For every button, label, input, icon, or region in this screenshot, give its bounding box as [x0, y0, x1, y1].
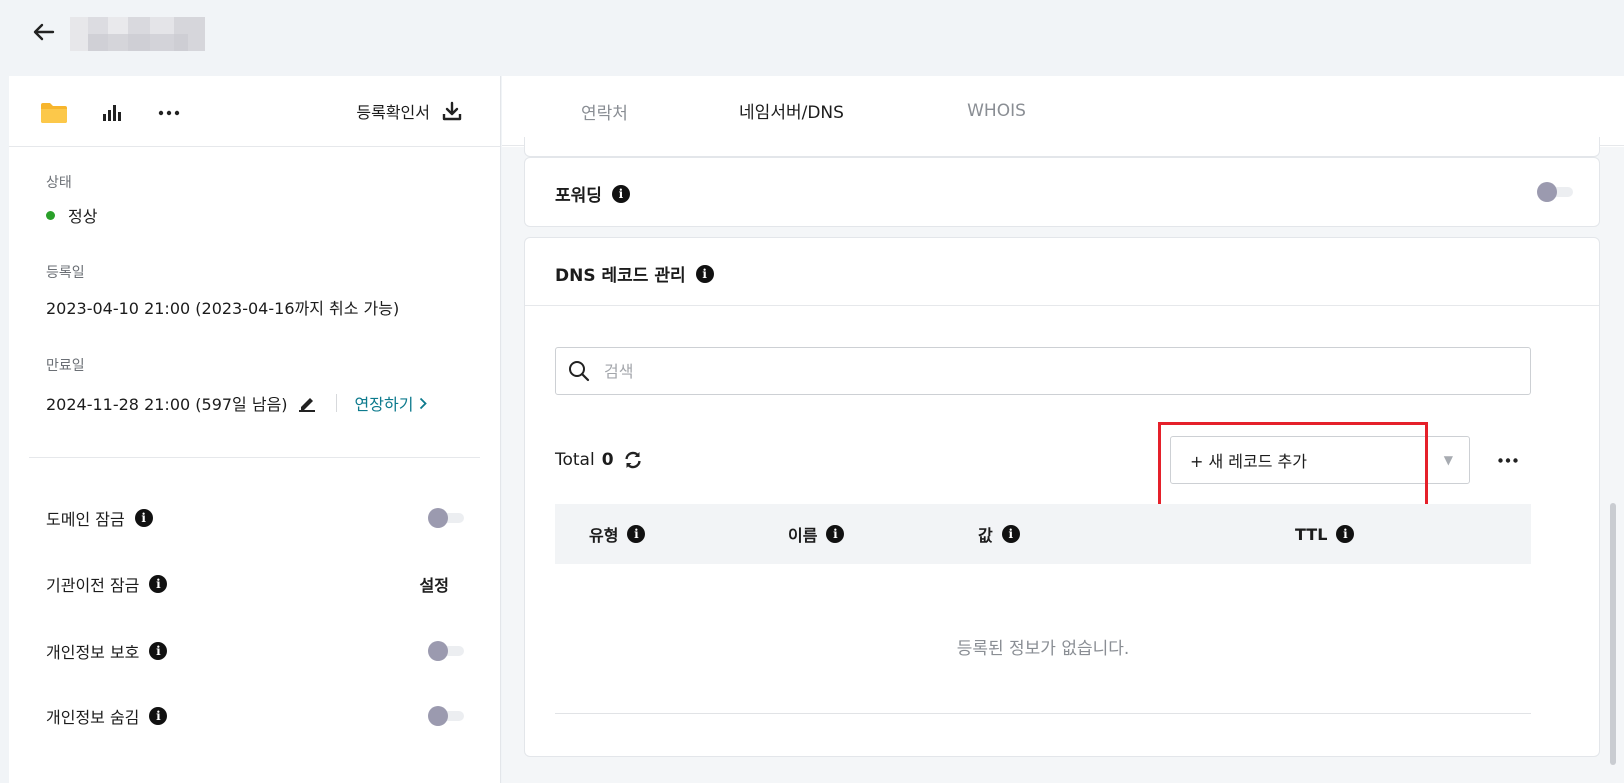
dns-search-input[interactable]: [604, 361, 1504, 381]
info-icon[interactable]: i: [149, 707, 168, 725]
highlight-box: [1158, 422, 1428, 508]
stats-button[interactable]: [97, 98, 127, 128]
certificate-download-button[interactable]: 등록확인서: [356, 96, 462, 126]
privacy-protection-label: 개인정보 보호: [46, 643, 140, 662]
privacy-hide-row: 개인정보 숨김 i: [46, 699, 464, 733]
section-divider: [29, 457, 480, 458]
privacy-protection-row: 개인정보 보호 i: [46, 634, 464, 668]
edit-expiry-button[interactable]: [298, 394, 316, 412]
domain-name-redacted: [70, 17, 205, 51]
domain-detail-panel: 연락처 네임서버/DNS WHOIS 포워딩 i DNS 레코드 관리 i To: [502, 76, 1624, 783]
folder-icon: [41, 103, 67, 123]
expiry-row: 2024-11-28 21:00 (597일 남음) 연장하기: [46, 391, 428, 415]
info-icon[interactable]: i: [134, 509, 153, 527]
status-text: 정상: [68, 207, 98, 226]
dns-title-row: DNS 레코드 관리 i: [555, 261, 714, 286]
tab-contacts[interactable]: 연락처: [502, 76, 707, 146]
dns-title: DNS 레코드 관리: [555, 266, 686, 286]
more-horizontal-icon: [1498, 457, 1518, 463]
tab-nameserver-dns[interactable]: 네임서버/DNS: [689, 76, 894, 146]
transfer-lock-label: 기관이전 잠금: [46, 576, 140, 595]
refresh-button[interactable]: [623, 451, 643, 469]
back-button[interactable]: [30, 18, 58, 46]
folder-button[interactable]: [39, 98, 69, 128]
status-value: 정상: [46, 203, 97, 227]
info-icon[interactable]: i: [611, 184, 630, 203]
domain-lock-label: 도메인 잠금: [46, 510, 125, 529]
search-icon: [569, 361, 590, 382]
total-count: Total 0: [555, 450, 643, 470]
info-icon[interactable]: i: [149, 575, 168, 593]
download-icon: [442, 101, 462, 121]
privacy-hide-toggle[interactable]: [428, 706, 464, 726]
domain-lock-toggle[interactable]: [428, 508, 464, 528]
column-type-label: 유형: [589, 526, 619, 545]
transfer-lock-row: 기관이전 잠금 i 설정: [46, 567, 464, 601]
status-dot: [46, 210, 55, 220]
info-icon[interactable]: i: [627, 525, 646, 543]
chevron-right-icon: [420, 397, 428, 409]
arrow-left-icon: [33, 23, 55, 41]
divider: [335, 394, 337, 412]
total-number: 0: [601, 450, 614, 470]
extend-label: 연장하기: [354, 395, 414, 414]
column-ttl-label: TTL: [1295, 524, 1328, 544]
card-divider: [525, 305, 1599, 306]
panel-toolbar: 등록확인서: [9, 76, 500, 147]
forwarding-title-row: 포워딩 i: [555, 181, 630, 206]
info-icon[interactable]: i: [695, 264, 714, 283]
transfer-lock-setting-link[interactable]: 설정: [420, 572, 449, 596]
refresh-icon: [624, 451, 641, 469]
dns-search-box: [555, 347, 1531, 395]
registered-value: 2023-04-10 21:00 (2023-04-16까지 취소 가능): [46, 299, 400, 318]
column-name-label: 이름: [788, 526, 818, 545]
table-bottom-border: [555, 713, 1531, 714]
info-icon[interactable]: i: [826, 525, 845, 543]
info-icon[interactable]: i: [149, 642, 168, 660]
privacy-protection-toggle[interactable]: [428, 641, 464, 661]
domain-lock-row: 도메인 잠금 i: [46, 501, 464, 535]
info-icon[interactable]: i: [1336, 525, 1355, 543]
status-label: 상태: [46, 175, 72, 191]
expiry-value: 2024-11-28 21:00 (597일 남음): [46, 395, 288, 414]
dns-more-button[interactable]: [1493, 446, 1523, 474]
previous-card: [524, 137, 1600, 157]
bar-chart-icon: [103, 105, 121, 121]
empty-state-message: 등록된 정보가 없습니다.: [956, 639, 1130, 659]
forwarding-card: 포워딩 i: [524, 157, 1600, 227]
more-options-button[interactable]: [154, 98, 184, 128]
domain-info-panel: 등록확인서 상태 정상 등록일 2023-04-10 21:00 (2023-0…: [9, 76, 501, 783]
info-icon[interactable]: i: [1001, 525, 1020, 543]
dns-records-card: DNS 레코드 관리 i Total 0 + 새 레코드 추가 ▼: [524, 237, 1600, 757]
tab-whois[interactable]: WHOIS: [894, 76, 1099, 146]
tab-content: 포워딩 i DNS 레코드 관리 i Total 0: [502, 137, 1624, 783]
registered-label: 등록일: [46, 265, 85, 281]
caret-down-icon[interactable]: ▼: [1444, 453, 1453, 467]
expiry-label: 만료일: [46, 358, 85, 374]
more-horizontal-icon: [158, 110, 180, 116]
extend-link[interactable]: 연장하기: [355, 391, 428, 415]
column-name[interactable]: 이름 i: [788, 504, 845, 564]
tab-bar: 연락처 네임서버/DNS WHOIS: [502, 76, 1624, 146]
scrollbar[interactable]: [1610, 503, 1616, 765]
pencil-icon: [298, 398, 315, 412]
column-value-label: 값: [978, 526, 993, 545]
dns-table-header: 유형 i 이름 i 값i TTL i: [555, 504, 1531, 564]
privacy-hide-label: 개인정보 숨김: [46, 708, 140, 727]
forwarding-title: 포워딩: [555, 186, 602, 206]
column-value[interactable]: 값i: [978, 504, 1020, 564]
column-type[interactable]: 유형 i: [589, 504, 646, 564]
column-ttl[interactable]: TTL i: [1295, 504, 1355, 564]
total-label: Total: [555, 450, 595, 470]
top-bar: [0, 0, 1624, 72]
forwarding-toggle[interactable]: [1537, 182, 1573, 202]
certificate-label: 등록확인서: [356, 103, 430, 122]
